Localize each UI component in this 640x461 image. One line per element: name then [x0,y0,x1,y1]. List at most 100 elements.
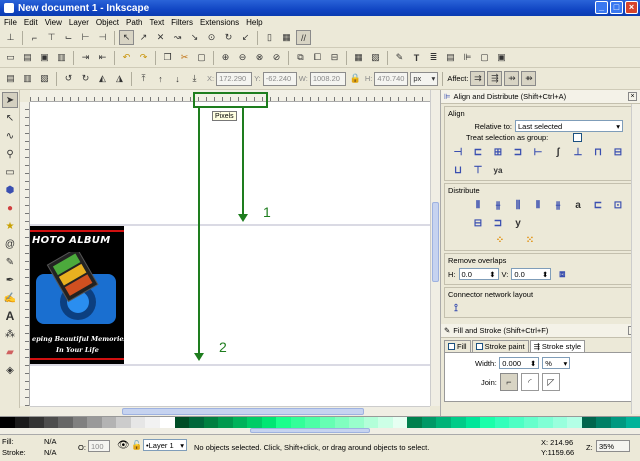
cut-icon[interactable]: ✂ [177,50,192,65]
tab-fill[interactable]: Fill [444,340,471,352]
eraser-tool-icon[interactable]: ▰ [2,344,18,360]
align-center-horizontal-icon[interactable]: ⊟ [610,145,626,159]
align-panel-close-icon[interactable]: × [628,92,637,101]
lower-to-bottom-icon[interactable]: ⤓ [187,71,202,86]
menu-text[interactable]: Text [150,18,165,27]
opacity-field[interactable]: 100 [88,440,110,452]
maximize-button[interactable]: □ [610,1,623,14]
zoom-field[interactable]: 35% [596,440,630,452]
affect-corners-icon[interactable]: ⇶ [487,71,503,86]
distribute-baseline-h-icon[interactable]: ⫵ [550,198,566,212]
document-properties-icon[interactable]: ▣ [494,50,509,65]
redo-icon[interactable]: ↷ [136,50,151,65]
paste-icon[interactable]: ▢ [194,50,209,65]
vertical-ruler[interactable] [20,102,30,406]
unit-select[interactable]: px ▾ [410,71,439,86]
undo-icon[interactable]: ↶ [119,50,134,65]
align-baseline-icon[interactable]: ya [490,163,506,177]
join-miter-icon[interactable]: ⌐ [499,373,518,391]
tab-stroke-style[interactable]: ⇶ Stroke style [529,340,586,352]
align-bottom-to-top-icon[interactable]: ⊥ [570,145,586,159]
x-field[interactable]: 172.290 [216,71,253,86]
select-all-icon[interactable]: ▤ [3,71,18,86]
node-tool-icon[interactable]: ↖ [2,110,18,126]
snap-bbox-edge-icon[interactable]: ⊤ [44,30,59,45]
canvas-horizontal-scrollbar[interactable] [30,406,430,416]
randomize-icon[interactable]: ⁘ [492,233,508,247]
snap-bbox-center-icon[interactable]: ⊣ [95,30,110,45]
visibility-eye-icon[interactable]: 👁 [117,440,130,451]
zoom-page-icon[interactable]: ⊗ [252,50,267,65]
h-field[interactable]: 470.740 [374,71,409,86]
pen-tool-icon[interactable]: ✒ [2,272,18,288]
distribute-right-icon[interactable]: ⫴ [530,198,546,212]
distribute-gaps-v-icon[interactable]: ⊟ [470,216,486,230]
layer-select[interactable]: •Layer 1 ▾ [143,439,187,451]
affect-pattern-icon[interactable]: ⇻ [521,71,537,86]
calligraphy-tool-icon[interactable]: ✍ [2,290,18,306]
stroke-unit-select[interactable]: % ▾ [542,357,571,369]
snap-midpoint-icon[interactable]: ↘ [187,30,202,45]
align-center-vertical-icon[interactable]: ⊞ [490,145,506,159]
distribute-baseline-v-icon[interactable]: a [570,198,586,212]
zoom-drawing-icon[interactable]: ⊖ [235,50,250,65]
export-icon[interactable]: ⇤ [95,50,110,65]
connector-layout-icon[interactable]: ⟟ [448,301,464,315]
rectangle-tool-icon[interactable]: ▭ [2,164,18,180]
print-icon[interactable]: ▥ [54,50,69,65]
layers-icon[interactable]: ≣ [426,50,441,65]
align-distribute-icon[interactable]: ⊫ [460,50,475,65]
menu-object[interactable]: Object [96,18,119,27]
flip-vertical-icon[interactable]: ◮ [112,71,127,86]
distribute-center-v-icon[interactable]: ⊡ [610,198,626,212]
spiral-tool-icon[interactable]: @ [2,236,18,252]
menu-path[interactable]: Path [126,18,142,27]
close-button[interactable]: × [625,1,638,14]
lower-icon[interactable]: ↓ [170,71,185,86]
clone-icon[interactable]: ⧠ [310,50,325,65]
hscroll-thumb[interactable] [122,408,364,415]
preferences-icon[interactable]: ▢ [477,50,492,65]
distribute-left-icon[interactable]: ⫴ [470,198,486,212]
photo-album-artwork[interactable]: HOTO ALBUM eping Beautiful Memories In Y… [30,226,124,364]
raise-to-top-icon[interactable]: ⤒ [136,71,151,86]
menu-layer[interactable]: Layer [69,18,89,27]
group-icon[interactable]: ▦ [351,50,366,65]
dock-scrollbar[interactable] [631,104,640,414]
snap-toggle-icon[interactable]: ⊥ [3,30,18,45]
rotate-cw-icon[interactable]: ↻ [78,71,93,86]
menu-extensions[interactable]: Extensions [200,18,239,27]
stroke-width-field[interactable]: 0.000 ⬍ [499,357,540,369]
palette-scroll-thumb[interactable] [250,428,370,433]
menu-file[interactable]: File [4,18,17,27]
align-top-to-bottom-icon[interactable]: ⊤ [470,163,486,177]
snap-object-center-icon[interactable]: ⊙ [204,30,219,45]
distribute-bottom-icon[interactable]: ⊐ [490,216,506,230]
flip-horizontal-icon[interactable]: ◭ [95,71,110,86]
fill-stroke-icon[interactable]: ✎ [392,50,407,65]
raise-icon[interactable]: ↑ [153,71,168,86]
3d-box-tool-icon[interactable]: ⬢ [2,182,18,198]
snap-page-icon[interactable]: ▯ [262,30,277,45]
distribute-top-icon[interactable]: ⊏ [590,198,606,212]
snap-text-baseline-icon[interactable]: ↙ [238,30,253,45]
snap-path-icon[interactable]: ↗ [136,30,151,45]
overlap-v-field[interactable]: 0.0 ⬍ [511,268,552,280]
distribute-center-h-icon[interactable]: ⫵ [490,198,506,212]
relative-select[interactable]: Last selected ▾ [515,120,623,132]
menu-view[interactable]: View [45,18,62,27]
xml-editor-icon[interactable]: ▤ [443,50,458,65]
y-field[interactable]: -62.240 [262,71,297,86]
ellipse-tool-icon[interactable]: ● [2,200,18,216]
selector-tool-icon[interactable]: ➤ [2,92,18,108]
select-all-layers-icon[interactable]: ▥ [20,71,35,86]
align-left-icon[interactable]: ⊏ [470,145,486,159]
lock-ratio-icon[interactable]: 🔒 [348,71,363,86]
treat-as-group-checkbox[interactable] [573,133,582,142]
align-right-icon[interactable]: ⊐ [510,145,526,159]
align-bottom-icon[interactable]: ⊔ [450,163,466,177]
layer-lock-icon[interactable]: 🔓 [131,440,142,451]
zoom-selection-icon[interactable]: ⊕ [218,50,233,65]
open-icon[interactable]: ▤ [20,50,35,65]
align-text-anchor-icon[interactable]: ʃ [550,145,566,159]
